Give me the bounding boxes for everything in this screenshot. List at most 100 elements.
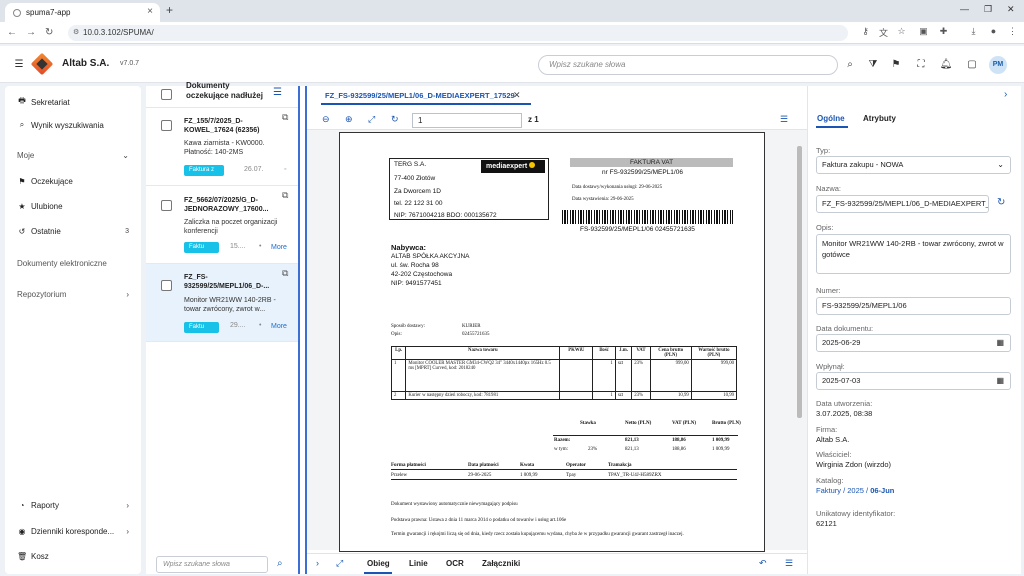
- copy-icon[interactable]: ⧉: [282, 268, 288, 279]
- hamburger-menu-icon[interactable]: ☰: [12, 59, 26, 70]
- viewer-menu-icon[interactable]: ☰: [780, 114, 788, 125]
- sidebar-item-ulubione[interactable]: ★ Ulubione: [17, 202, 62, 211]
- sidebar-item-oczekujace[interactable]: ⚑ Oczekujące: [17, 177, 72, 186]
- global-search-input[interactable]: Wpisz szukane słowa: [538, 55, 838, 75]
- page-number-input[interactable]: 1: [412, 113, 522, 128]
- more-link[interactable]: More: [271, 323, 287, 330]
- chevron-down-icon[interactable]: ⌄: [122, 151, 129, 160]
- sidebar-item-sekretariat[interactable]: 🖶︎ Sekretariat: [17, 95, 69, 109]
- extensions-icon[interactable]: ✚: [938, 26, 949, 37]
- sidebar-panel-icon[interactable]: ▣: [918, 26, 929, 37]
- item-checkbox[interactable]: [161, 280, 172, 291]
- close-tab-icon[interactable]: ×: [147, 6, 153, 17]
- zoom-in-icon[interactable]: ⊕: [345, 114, 353, 125]
- list-item[interactable]: FZ_5662/07/2025/G_D-JEDNORAZOWY_17600...…: [146, 186, 298, 264]
- undo-icon[interactable]: ↶: [759, 558, 767, 569]
- flag-icon[interactable]: ⚑: [889, 59, 903, 70]
- browser-tab[interactable]: spuma7-app ×: [5, 3, 160, 22]
- fit-page-icon[interactable]: ⤢: [368, 114, 375, 125]
- chevron-right-icon[interactable]: ›: [316, 558, 319, 568]
- katalog-path-link[interactable]: Faktury / 2025 /: [816, 486, 868, 495]
- viewer-scrollbar[interactable]: [797, 146, 802, 418]
- bell-icon[interactable]: 🔔︎: [939, 59, 953, 70]
- bottom-menu-icon[interactable]: ☰: [785, 558, 793, 569]
- list-item[interactable]: FZ_155/7/2025_D-KOWEL_17624 (62356) ⧉ Ka…: [146, 108, 298, 186]
- chevron-right-icon[interactable]: ›: [1004, 89, 1007, 100]
- star-icon[interactable]: ☆: [896, 26, 907, 37]
- refresh-icon[interactable]: ↻: [997, 197, 1005, 208]
- expand-icon[interactable]: ⤢: [336, 558, 343, 569]
- item-checkbox[interactable]: [161, 200, 172, 211]
- tab-linie[interactable]: Linie: [409, 559, 428, 568]
- sidebar-item-dzienniki[interactable]: ◉ Dzienniki koresponde...: [17, 527, 115, 536]
- sidebar-item-search-results[interactable]: ⌕ Wynik wyszukiwania: [17, 120, 104, 130]
- calendar-icon[interactable]: ▦: [996, 373, 1004, 389]
- tab-obieg[interactable]: Obieg: [367, 559, 390, 568]
- wplynal-field[interactable]: 2025-07-03 ▦: [816, 372, 1011, 390]
- zoom-out-icon[interactable]: ⊖: [322, 114, 330, 125]
- back-icon[interactable]: ←: [7, 27, 17, 38]
- copy-icon[interactable]: ⧉: [282, 112, 288, 123]
- download-icon[interactable]: ⤓: [968, 26, 979, 37]
- profile-icon[interactable]: ●: [988, 26, 999, 37]
- pay-divider: [391, 479, 737, 480]
- list-search-input[interactable]: Wpisz szukane słowa: [156, 556, 268, 573]
- tab-ocr[interactable]: OCR: [446, 559, 464, 568]
- filter-icon[interactable]: ⧩: [866, 59, 880, 70]
- list-menu-icon[interactable]: ☰: [273, 87, 282, 98]
- typ-select[interactable]: Faktura zakupu - NOWA ⌄: [816, 156, 1011, 174]
- sidebar-section-moje[interactable]: Moje: [17, 151, 34, 160]
- sidebar-item-electronic-docs[interactable]: Dokumenty elektroniczne: [17, 259, 107, 268]
- more-link[interactable]: More: [271, 244, 287, 251]
- chevron-right-icon[interactable]: ›: [126, 501, 129, 510]
- chevron-right-icon[interactable]: ›: [126, 290, 129, 299]
- tab-underline: [364, 572, 392, 574]
- url-field[interactable]: ⚙ 10.0.3.102/SPUMA/: [68, 25, 848, 41]
- fullscreen-icon[interactable]: ⛶: [914, 59, 928, 70]
- search-icon[interactable]: ⌕: [277, 558, 283, 569]
- tab-zalaczniki[interactable]: Załączniki: [482, 559, 520, 568]
- chat-icon[interactable]: ▢: [965, 59, 979, 70]
- reload-icon[interactable]: ↻: [45, 27, 53, 38]
- seller-line: 77-400 Złotów: [394, 175, 436, 182]
- sidebar-item-kosz[interactable]: 🗑︎ Kosz: [17, 552, 49, 561]
- user-avatar[interactable]: PM: [989, 56, 1007, 74]
- nazwa-field[interactable]: FZ_FS-932599/25/MEPL1/06_D-MEDIAEXPERT_.…: [816, 195, 989, 213]
- numer-field[interactable]: FS-932599/25/MEPL1/06: [816, 297, 1011, 315]
- calendar-icon[interactable]: ▦: [996, 335, 1004, 351]
- item-checkbox[interactable]: [161, 120, 172, 131]
- rotate-icon[interactable]: ↻: [391, 114, 399, 125]
- minimize-icon[interactable]: —: [960, 4, 969, 14]
- forward-icon[interactable]: →: [26, 27, 36, 38]
- panel-splitter[interactable]: [298, 86, 307, 574]
- sidebar-item-ostatnie[interactable]: ↺ Ostatnie: [17, 227, 61, 236]
- buyer-line: 42-202 Częstochowa: [391, 271, 453, 278]
- new-tab-icon[interactable]: +: [166, 3, 173, 17]
- tab-ogolne[interactable]: Ogólne: [817, 114, 845, 123]
- copy-icon[interactable]: ⧉: [282, 190, 288, 201]
- chevron-right-icon[interactable]: ›: [126, 527, 129, 536]
- list-item-selected[interactable]: FZ_FS-932599/25/MEPL1/06_D-... ⧉ Monitor…: [146, 264, 298, 342]
- opis-field[interactable]: Monitor WR21WW 140-2RB - towar zwrócony,…: [816, 234, 1011, 274]
- document-viewer: FZ_FS-932599/25/MEPL1/06_D-MEDIAEXPERT_1…: [307, 86, 807, 574]
- sum-header: Netto (PLN): [625, 421, 652, 426]
- opis-label: Opis:: [816, 223, 834, 232]
- search-icon[interactable]: ⌕: [843, 59, 857, 70]
- menu-dots-icon[interactable]: ⋮: [1007, 26, 1018, 37]
- tab-atrybuty[interactable]: Atrybuty: [863, 114, 896, 123]
- site-info-icon[interactable]: ⚙: [73, 25, 79, 41]
- select-all-checkbox[interactable]: [161, 89, 172, 100]
- data-dokumentu-field[interactable]: 2025-06-29 ▦: [816, 334, 1011, 352]
- key-icon[interactable]: ⚷: [860, 26, 871, 37]
- sidebar-item-raporty[interactable]: ◔ Raporty: [17, 501, 59, 510]
- close-window-icon[interactable]: ✕: [1007, 4, 1015, 15]
- katalog-current[interactable]: 06-Jun: [870, 486, 894, 495]
- col-lp: Lp.: [390, 346, 407, 360]
- sidebar-item-repozytorium[interactable]: Repozytorium: [17, 290, 66, 299]
- restore-icon[interactable]: ❐: [984, 4, 992, 15]
- buyer-name: ALTAB SPÓŁKA AKCYJNA: [391, 253, 470, 260]
- translate-icon[interactable]: 文: [878, 26, 889, 38]
- col-pkwiu: PKWiU: [559, 346, 594, 360]
- document-tab[interactable]: FZ_FS-932599/25/MEPL1/06_D-MEDIAEXPERT_1…: [325, 91, 515, 100]
- close-tab-icon[interactable]: ✕: [513, 90, 521, 101]
